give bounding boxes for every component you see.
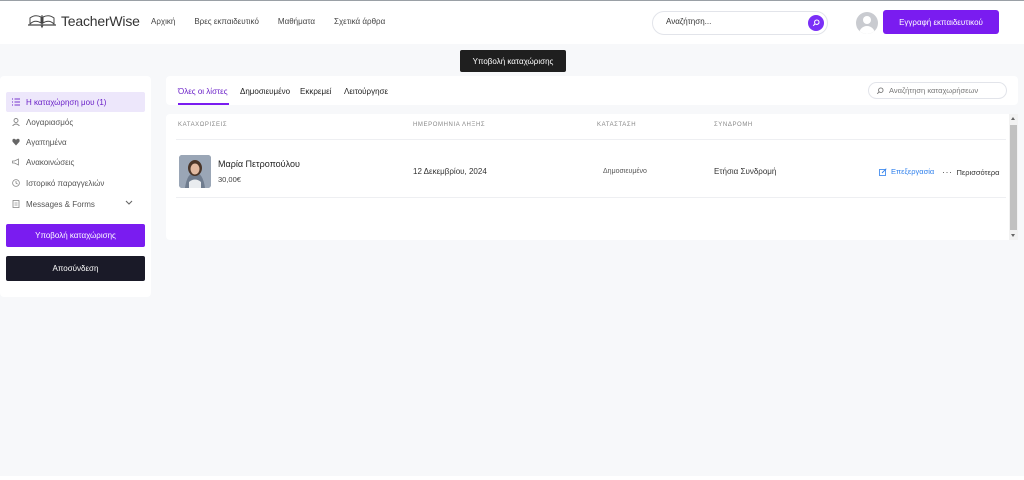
more-options-button[interactable]: ··· Περισσότερα xyxy=(942,167,999,177)
edit-icon xyxy=(879,167,887,176)
submit-listing-button[interactable]: Υποβολή καταχώρισης xyxy=(6,224,145,247)
sidebar-item-messages-forms[interactable]: Messages & Forms xyxy=(6,194,145,214)
listings-table xyxy=(166,114,1018,240)
book-logo-icon xyxy=(28,15,56,29)
sidebar-item-label: Αγαπημένα xyxy=(26,137,67,147)
logo[interactable]: TeacherWise xyxy=(26,13,140,29)
list-icon xyxy=(12,98,20,106)
scroll-down-arrow-icon[interactable] xyxy=(1011,234,1015,237)
more-label: Περισσότερα xyxy=(956,167,1000,177)
listing-price: 30,00€ xyxy=(218,175,241,184)
logo-text: TeacherWise xyxy=(61,13,140,29)
scrollbar-thumb[interactable] xyxy=(1010,125,1017,230)
listing-name[interactable]: Μαρία Πετροπούλου xyxy=(218,159,300,169)
submit-listing-tooltip: Υποβολή καταχώρισης xyxy=(460,50,566,72)
user-icon xyxy=(12,118,20,126)
header-divider xyxy=(176,139,1006,140)
chevron-down-icon xyxy=(125,200,133,205)
site-search-input[interactable] xyxy=(666,17,796,26)
register-teacher-button[interactable]: Εγγραφή εκπαιδευτικού xyxy=(883,10,999,34)
nav-home[interactable]: Αρχική xyxy=(151,17,175,26)
sidebar-item-label: Ανακοινώσεις xyxy=(26,157,75,167)
sidebar-item-my-listing[interactable]: Η καταχώρηση μου (1) xyxy=(6,92,145,112)
nav-articles[interactable]: Σχετικά άρθρα xyxy=(334,17,385,26)
search-icon xyxy=(876,87,884,95)
document-icon xyxy=(12,200,20,208)
sidebar-item-announcements[interactable]: Ανακοινώσεις xyxy=(6,152,145,172)
main-nav: Αρχική Βρες εκπαιδευτικό Μαθήματα Σχετικ… xyxy=(151,17,404,26)
tab-pending[interactable]: Εκκρεμεί xyxy=(300,87,331,96)
nav-courses[interactable]: Μαθήματα xyxy=(278,17,315,26)
sidebar-item-order-history[interactable]: Ιστορικό παραγγελιών xyxy=(6,173,145,193)
search-button[interactable] xyxy=(808,15,824,31)
active-tab-indicator xyxy=(178,103,229,105)
top-navbar: TeacherWise Αρχική Βρες εκπαιδευτικό Μαθ… xyxy=(0,0,1024,44)
sidebar-item-label: Messages & Forms xyxy=(26,199,95,209)
page-footer-edge xyxy=(0,476,1024,480)
nav-find-teacher[interactable]: Βρες εκπαιδευτικό xyxy=(194,17,259,26)
scroll-up-arrow-icon[interactable] xyxy=(1011,117,1015,120)
listing-search xyxy=(868,82,1007,99)
site-search xyxy=(652,11,828,35)
column-header-expiry: ΗΜΕΡΟΜΗΝΙΑ ΛΗΞΗΣ xyxy=(413,122,486,128)
column-header-status: ΚΑΤΑΣΤΑΣΗ xyxy=(597,122,637,128)
tab-published[interactable]: Δημοσιευμένο xyxy=(240,87,290,96)
listing-thumbnail[interactable] xyxy=(179,155,211,188)
listing-search-input[interactable] xyxy=(889,86,1001,95)
column-header-subscription: ΣΥΝΔΡΟΜΗ xyxy=(714,122,753,128)
megaphone-icon xyxy=(12,158,20,166)
status-badge: Δημοσιευμένο xyxy=(603,168,647,175)
search-icon xyxy=(812,19,820,27)
heart-icon xyxy=(12,138,20,146)
listing-subscription: Ετήσια Συνδρομή xyxy=(714,167,777,176)
sidebar-item-label: Λογαριασμός xyxy=(26,117,74,127)
sidebar-item-label: Η καταχώρηση μου (1) xyxy=(26,97,107,107)
tab-active[interactable]: Λειτούργησε xyxy=(344,87,388,96)
listing-expiry-date: 12 Δεκεμβρίου, 2024 xyxy=(413,167,487,176)
user-avatar[interactable] xyxy=(856,12,878,34)
ellipsis-icon: ··· xyxy=(942,167,953,177)
edit-listing-link[interactable]: Επεξεργασία xyxy=(879,167,934,176)
sidebar-item-account[interactable]: Λογαριασμός xyxy=(6,112,145,132)
account-sidebar: Η καταχώρηση μου (1) Λογαριασμός Αγαπημέ… xyxy=(0,76,151,297)
tab-all-lists[interactable]: Όλες οι λίστες xyxy=(178,87,228,96)
clock-icon xyxy=(12,179,20,187)
edit-label: Επεξεργασία xyxy=(891,167,935,176)
table-scrollbar[interactable] xyxy=(1009,114,1018,240)
sidebar-item-favorites[interactable]: Αγαπημένα xyxy=(6,132,145,152)
column-header-listings: ΚΑΤΑΧΩΡΙΣΕΙΣ xyxy=(178,122,228,128)
row-divider xyxy=(176,197,1006,198)
sidebar-item-label: Ιστορικό παραγγελιών xyxy=(26,178,105,188)
logout-button[interactable]: Αποσύνδεση xyxy=(6,256,145,281)
